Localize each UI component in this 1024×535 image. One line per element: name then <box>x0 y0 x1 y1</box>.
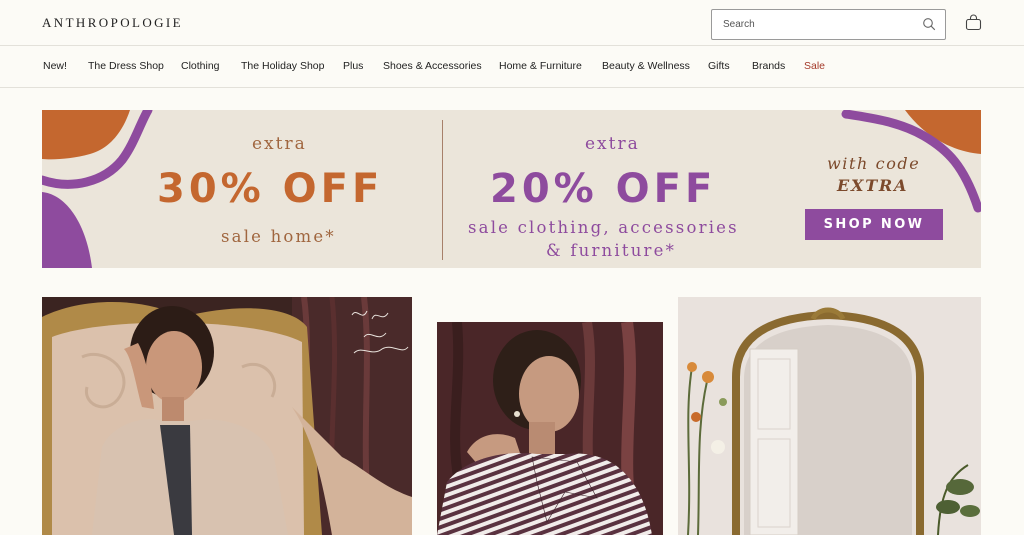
banner-divider <box>442 120 443 260</box>
site-header: ANTHROPOLOGIE <box>0 0 1024 46</box>
shop-now-button[interactable]: SHOP NOW <box>805 209 943 240</box>
nav-item-brands[interactable]: Brands <box>752 60 785 72</box>
nav-item-holiday-shop[interactable]: The Holiday Shop <box>241 60 324 72</box>
left-extra-label: extra <box>252 134 307 154</box>
nav-item-shoes-accessories[interactable]: Shoes & Accessories <box>383 60 482 72</box>
blazer-model-illustration <box>42 297 412 535</box>
mid-discount-subtext-line2: & furniture* <box>546 241 677 260</box>
site-logo[interactable]: ANTHROPOLOGIE <box>42 15 183 31</box>
nav-item-new[interactable]: New! <box>43 60 67 72</box>
product-image-blazer-model[interactable] <box>42 297 412 535</box>
promo-code-value: EXTRA <box>837 176 909 195</box>
promo-banner[interactable]: extra 30% OFF sale home* extra 20% OFF s… <box>42 110 981 268</box>
mid-discount-headline: 20% OFF <box>490 166 717 212</box>
nav-item-beauty-wellness[interactable]: Beauty & Wellness <box>602 60 690 72</box>
left-discount-subtext: sale home* <box>221 227 336 246</box>
mid-discount-subtext-line1: sale clothing, accessories <box>468 218 739 237</box>
mid-extra-label: extra <box>585 134 640 154</box>
nav-item-sale[interactable]: Sale <box>804 60 825 72</box>
product-image-gold-mirror[interactable] <box>678 297 981 535</box>
left-discount-headline: 30% OFF <box>157 166 384 212</box>
product-image-striped-blouse[interactable] <box>437 322 663 535</box>
nav-item-dress-shop[interactable]: The Dress Shop <box>88 60 164 72</box>
search-box[interactable] <box>711 9 946 40</box>
nav-item-plus[interactable]: Plus <box>343 60 363 72</box>
search-icon[interactable] <box>922 17 936 31</box>
nav-item-home-furniture[interactable]: Home & Furniture <box>499 60 582 72</box>
shopping-bag-icon[interactable] <box>965 14 982 31</box>
promo-code-label: with code <box>827 154 921 173</box>
striped-blouse-illustration <box>437 322 663 535</box>
search-input[interactable] <box>712 10 912 39</box>
main-navigation: New! The Dress Shop Clothing The Holiday… <box>0 46 1024 88</box>
gold-mirror-illustration <box>678 297 981 535</box>
nav-item-gifts[interactable]: Gifts <box>708 60 730 72</box>
nav-item-clothing[interactable]: Clothing <box>181 60 220 72</box>
